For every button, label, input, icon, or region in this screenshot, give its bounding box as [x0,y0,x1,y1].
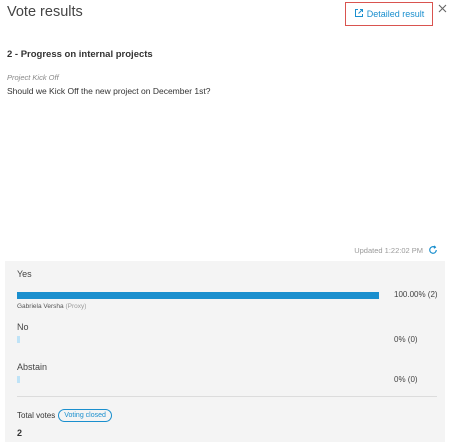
result-row-no: No 0% (0) [17,322,437,344]
close-icon [438,0,447,18]
updated-label: Updated 1:22:02 PM [354,245,423,255]
option-label: Abstain [17,362,48,372]
option-label: No [17,322,29,332]
close-button[interactable] [437,2,448,15]
total-votes-value: 2 [17,428,23,438]
external-link-icon [354,8,364,20]
question-context: Project Kick Off [7,73,59,82]
result-value: 0% (0) [394,335,418,344]
result-bar [17,376,379,383]
updated-status: Updated 1:22:02 PM [354,245,438,255]
result-value: 0% (0) [394,375,418,384]
dialog-title: Vote results [7,4,83,20]
result-value: 100.00% (2) [394,290,438,299]
result-bar [17,336,379,343]
result-bar-fill [17,336,20,343]
result-row-yes: Yes 100.00% (2) Gabriela Versha (Proxy) [17,269,438,310]
voter-entry: Gabriela Versha (Proxy) [17,303,86,310]
total-votes-row: Total votes Voting closed [17,409,112,422]
result-bar-fill [17,292,379,299]
result-bar [17,292,379,299]
option-label: Yes [17,269,32,279]
result-row-abstain: Abstain 0% (0) [17,362,437,384]
vote-results-dialog: Vote results Detailed result 2 - Progres… [0,0,450,442]
refresh-icon[interactable] [428,245,438,255]
total-votes-label: Total votes [17,411,56,420]
question-text: Should we Kick Off the new project on De… [7,86,211,96]
results-panel: Yes 100.00% (2) Gabriela Versha (Proxy) … [5,261,445,442]
voting-status-badge: Voting closed [58,409,112,422]
detailed-result-label: Detailed result [366,9,425,19]
voter-proxy-note: (Proxy) [65,303,87,310]
result-bar-fill [17,376,20,383]
detailed-result-button[interactable]: Detailed result [345,2,433,26]
divider [17,396,437,397]
voter-name: Gabriela Versha [17,303,64,310]
agenda-item-title: 2 - Progress on internal projects [7,49,153,60]
